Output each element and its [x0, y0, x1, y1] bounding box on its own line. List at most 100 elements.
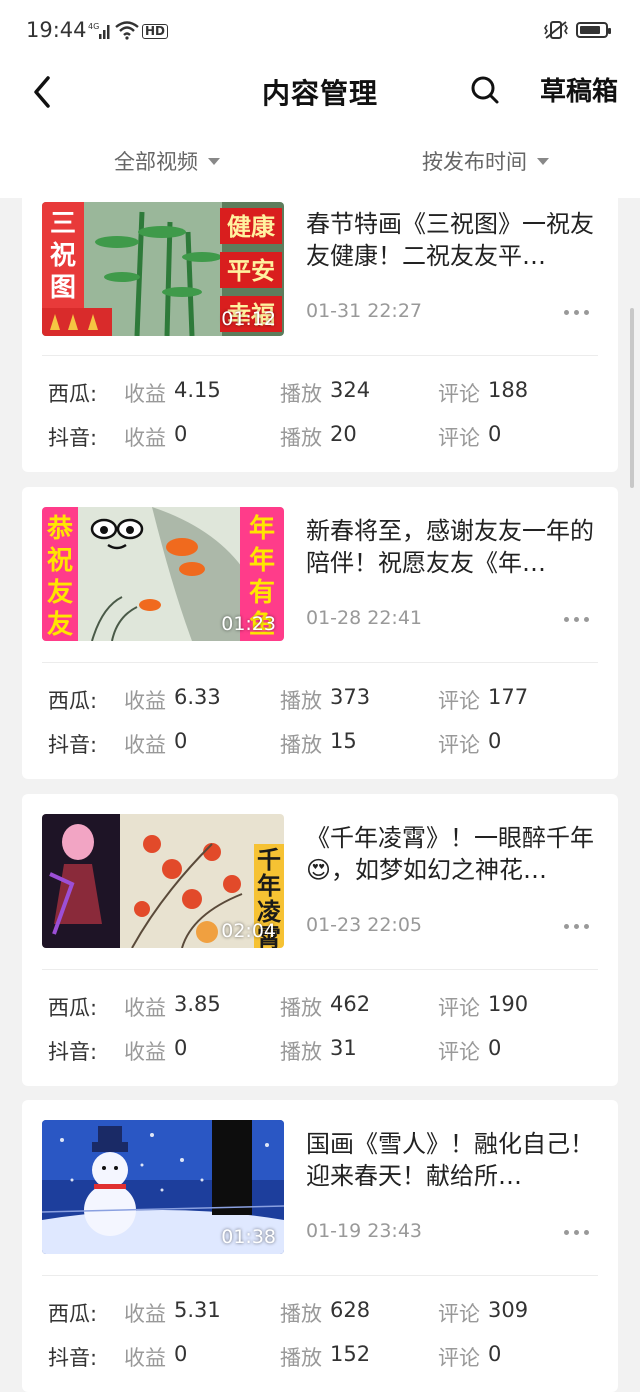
plays-value: 462: [330, 992, 371, 1016]
plays-label: 播放: [280, 1346, 322, 1370]
video-filter-dropdown[interactable]: 全部视频: [114, 146, 220, 176]
income-label: 收益: [124, 382, 166, 406]
comments-value: 188: [488, 378, 529, 402]
more-options-button[interactable]: [562, 1222, 592, 1242]
plays-value: 152: [330, 1342, 371, 1366]
plays-label: 播放: [280, 733, 322, 757]
thumb-left-char-4: 友: [47, 610, 73, 640]
sort-filter-label: 按发布时间: [422, 150, 527, 174]
thumb-right-char-3: 有: [249, 578, 275, 608]
signal-icon: 4G: [88, 21, 112, 45]
income-label: 收益: [124, 1346, 166, 1370]
video-card[interactable]: 三 祝 图 健康 平安 幸福 01:12 春节特画《三祝图》一祝友友健康！二祝友…: [22, 180, 618, 472]
plays-value: 324: [330, 378, 371, 402]
comments-label: 评论: [438, 426, 480, 450]
comments-value: 0: [488, 1342, 502, 1366]
comments-value: 0: [488, 422, 502, 446]
thumb-left-char-2: 祝: [50, 241, 76, 271]
video-filter-label: 全部视频: [114, 150, 198, 174]
vibrate-icon: [543, 20, 569, 44]
more-options-button[interactable]: [562, 609, 592, 629]
platform-label: 西瓜:: [48, 382, 98, 406]
video-duration: 01:12: [221, 308, 276, 330]
status-time: 19:44: [26, 18, 87, 42]
video-date: 01-31 22:27: [306, 300, 423, 322]
video-duration: 02:04: [221, 920, 276, 942]
status-bar: 19:44 4G HD: [0, 0, 640, 62]
video-card[interactable]: 01:38 国画《雪人》！融化自己！迎来春天！献给所… 01-19 23:43 …: [22, 1100, 618, 1392]
search-icon: [471, 76, 499, 104]
xigua-stats-row: 西瓜: 收益 3.85 播放 462 评论 190: [48, 992, 608, 1022]
video-title[interactable]: 《千年凌霄》！一眼醉千年😍，如梦如幻之神花…: [306, 822, 596, 886]
caret-down-icon: [208, 157, 220, 165]
thumb-right-char-1: 年: [249, 513, 275, 544]
comments-label: 评论: [438, 1346, 480, 1370]
plays-value: 20: [330, 422, 357, 446]
platform-label: 抖音:: [48, 426, 98, 450]
video-thumbnail[interactable]: 恭 祝 友 友 年 年 有 鱼 01:23: [42, 507, 284, 641]
video-card[interactable]: 千 年 凌 霄 02:04 《千年凌霄》！一眼醉千年😍，如梦如幻之神花… 01-…: [22, 794, 618, 1086]
douyin-stats-row: 抖音: 收益 0 播放 152 评论 0: [48, 1342, 608, 1372]
plays-value: 31: [330, 1036, 357, 1060]
plays-value: 373: [330, 685, 371, 709]
income-label: 收益: [124, 1040, 166, 1064]
douyin-stats-row: 抖音: 收益 0 播放 31 评论 0: [48, 1036, 608, 1066]
comments-label: 评论: [438, 382, 480, 406]
thumb-left-char-1: 三: [50, 209, 76, 239]
income-label: 收益: [124, 733, 166, 757]
plays-label: 播放: [280, 996, 322, 1020]
scrollbar[interactable]: [630, 308, 634, 488]
video-date: 01-23 22:05: [306, 914, 423, 936]
plays-label: 播放: [280, 689, 322, 713]
thumb-left-char-1: 恭: [46, 514, 74, 544]
douyin-stats-row: 抖音: 收益 0 播放 20 评论 0: [48, 422, 608, 452]
platform-label: 西瓜:: [48, 1302, 98, 1326]
income-value: 5.31: [174, 1298, 221, 1322]
plays-value: 15: [330, 729, 357, 753]
income-label: 收益: [124, 426, 166, 450]
thumb-health-text: 健康: [227, 213, 276, 241]
divider: [42, 662, 598, 663]
platform-label: 抖音:: [48, 733, 98, 757]
video-title[interactable]: 新春将至，感谢友友一年的陪伴！祝愿友友《年…: [306, 515, 596, 579]
xigua-stats-row: 西瓜: 收益 5.31 播放 628 评论 309: [48, 1298, 608, 1328]
more-options-button[interactable]: [562, 302, 592, 322]
comments-value: 177: [488, 685, 529, 709]
income-value: 3.85: [174, 992, 221, 1016]
video-thumbnail[interactable]: 01:38: [42, 1120, 284, 1254]
income-label: 收益: [124, 996, 166, 1020]
svg-text:4G: 4G: [88, 22, 99, 31]
divider: [42, 969, 598, 970]
search-button[interactable]: [465, 70, 505, 110]
video-duration: 01:38: [221, 1226, 276, 1248]
battery-icon: [576, 22, 611, 38]
video-card[interactable]: 恭 祝 友 友 年 年 有 鱼 01:23 新春将至，感谢友友一年的陪伴！祝愿友…: [22, 487, 618, 779]
drafts-button[interactable]: 草稿箱: [540, 71, 618, 108]
comments-value: 190: [488, 992, 529, 1016]
platform-label: 西瓜:: [48, 996, 98, 1020]
plays-label: 播放: [280, 382, 322, 406]
comments-label: 评论: [438, 1302, 480, 1326]
more-options-button[interactable]: [562, 916, 592, 936]
divider: [42, 355, 598, 356]
thumb-left-char-2: 祝: [47, 546, 73, 576]
income-value: 0: [174, 1342, 188, 1366]
plays-label: 播放: [280, 1302, 322, 1326]
video-thumbnail[interactable]: 千 年 凌 霄 02:04: [42, 814, 284, 948]
income-value: 0: [174, 1036, 188, 1060]
xigua-stats-row: 西瓜: 收益 4.15 播放 324 评论 188: [48, 378, 608, 408]
video-thumbnail[interactable]: 三 祝 图 健康 平安 幸福 01:12: [42, 202, 284, 336]
video-duration: 01:23: [221, 613, 276, 635]
comments-label: 评论: [438, 996, 480, 1020]
comments-label: 评论: [438, 733, 480, 757]
thumb-left-char-3: 友: [47, 578, 73, 608]
douyin-stats-row: 抖音: 收益 0 播放 15 评论 0: [48, 729, 608, 759]
income-label: 收益: [124, 689, 166, 713]
video-date: 01-28 22:41: [306, 607, 423, 629]
video-title[interactable]: 春节特画《三祝图》一祝友友健康！二祝友友平…: [306, 208, 596, 272]
plays-value: 628: [330, 1298, 371, 1322]
sort-filter-dropdown[interactable]: 按发布时间: [422, 146, 549, 176]
divider: [42, 1275, 598, 1276]
top-bar: 19:44 4G HD 内容管理 草稿箱 全部视频 按发布时间: [0, 0, 640, 198]
video-title[interactable]: 国画《雪人》！融化自己！迎来春天！献给所…: [306, 1128, 596, 1192]
